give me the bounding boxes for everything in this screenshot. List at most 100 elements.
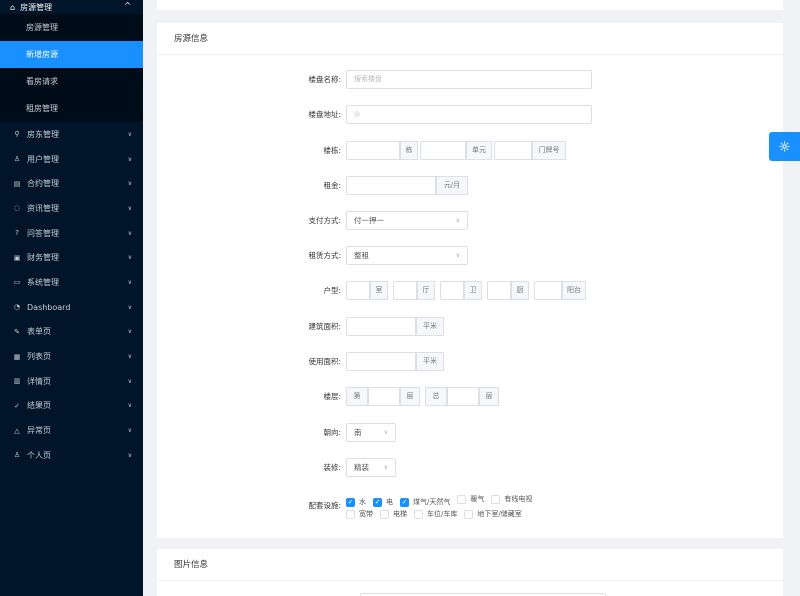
sidebar-item-label: 异常页 — [27, 426, 51, 436]
sidebar-item-3[interactable]: ◌ 资讯管理 ∨ — [0, 196, 143, 221]
total-floor-input[interactable] — [447, 386, 479, 406]
balcony-addon: 阳台 — [562, 280, 586, 300]
facility-label: 水 — [359, 498, 366, 506]
facility-label: 宽带 — [359, 510, 373, 518]
facilities-checkbox-group: ✓ 水 ✓ 电 ✓ 煤气/天然气 暖气 有线电视 宽带 电梯 车位/车库 地下室/储藏室 — [346, 493, 586, 521]
rental-type-select-value: 整租 — [354, 250, 369, 260]
use-area-input[interactable] — [346, 351, 416, 371]
sidebar-item-7[interactable]: ◔ Dashboard ∨ — [0, 295, 143, 320]
chevron-down-icon: ∨ — [127, 427, 132, 435]
form-row-rental-type: 租赁方式: 整租 ∨ — [157, 245, 783, 265]
home-icon: ⌂ — [10, 2, 16, 12]
facility-checkbox[interactable]: ✓ 水 — [346, 496, 366, 508]
chevron-down-icon: ∨ — [455, 216, 460, 224]
kitchen-count-input[interactable] — [487, 280, 511, 300]
profile-icon: ▥ — [13, 377, 21, 386]
sidebar-item-1[interactable]: ♙ 用户管理 ∨ — [0, 147, 143, 172]
facility-checkbox[interactable]: 地下室/储藏室 — [464, 508, 522, 520]
estate-address-input[interactable]: ◎ — [346, 104, 592, 124]
sidebar-item-label: 财务管理 — [27, 253, 59, 263]
facility-checkbox[interactable]: 暖气 — [457, 493, 484, 505]
payment-label: 支付方式: — [308, 215, 341, 225]
sidebar-item-12[interactable]: △ 异常页 ∨ — [0, 418, 143, 443]
sidebar-item-10[interactable]: ▥ 详情页 ∨ — [0, 369, 143, 394]
image-info-card: 图片信息 — [157, 549, 783, 596]
decoration-label: 装修: — [323, 462, 341, 472]
bathroom-count-input[interactable] — [440, 280, 464, 300]
decoration-select[interactable]: 精装 ∨ — [346, 457, 396, 477]
balcony-count-input[interactable] — [534, 280, 562, 300]
build-area-input[interactable] — [346, 316, 416, 336]
user-icon: ♙ — [13, 155, 21, 164]
monitor-icon: ▭ — [13, 278, 21, 287]
floor-number-input[interactable] — [368, 386, 400, 406]
room-addon: 室 — [370, 280, 388, 300]
sidebar-subitem-rental-management[interactable]: 租房管理 — [0, 95, 143, 122]
facility-checkbox[interactable]: 宽带 — [346, 508, 373, 520]
check-circle-icon: ✓ — [14, 401, 20, 410]
chat-icon: ◌ — [13, 204, 21, 213]
sidebar-item-9[interactable]: ▦ 列表页 ∨ — [0, 344, 143, 369]
chevron-down-icon: ∨ — [127, 229, 132, 237]
chevron-down-icon: ∨ — [127, 402, 132, 410]
facility-checkbox[interactable]: ✓ 电 — [373, 496, 393, 508]
sidebar-item-house-management[interactable]: ⌂ 房源管理 ^ — [0, 0, 143, 14]
payment-select[interactable]: 付一押一 ∨ — [346, 210, 468, 230]
estate-name-input[interactable]: 搜索楼盘 — [346, 69, 592, 89]
use-area-label: 使用面积: — [308, 356, 341, 366]
rental-type-select[interactable]: 整租 ∨ — [346, 245, 468, 265]
sidebar-subitem-viewing-requests[interactable]: 看房请求 — [0, 68, 143, 95]
sidebar-item-label: 房东管理 — [27, 129, 59, 139]
building-number-input[interactable] — [346, 140, 400, 160]
user-icon: ♙ — [13, 451, 21, 460]
estate-name-label: 楼盘名称: — [308, 74, 341, 84]
building-label: 楼栋: — [323, 145, 341, 155]
facility-checkbox[interactable]: ✓ 煤气/天然气 — [400, 496, 450, 508]
sidebar-item-6[interactable]: ▭ 系统管理 ∨ — [0, 270, 143, 295]
chevron-down-icon: ∨ — [127, 155, 132, 163]
section-title: 房源信息 — [157, 23, 783, 55]
facility-checkbox[interactable]: 车位/车库 — [414, 508, 457, 520]
settings-button[interactable] — [769, 132, 800, 161]
sidebar-item-13[interactable]: ♙ 个人页 ∨ — [0, 443, 143, 468]
chevron-down-icon: ∨ — [127, 180, 132, 188]
sidebar-item-label: 用户管理 — [27, 154, 59, 164]
sidebar-item-5[interactable]: ▣ 财务管理 ∨ — [0, 245, 143, 270]
unit-number-input[interactable] — [420, 140, 466, 160]
sidebar-item-label: 问答管理 — [27, 228, 59, 238]
sidebar-submenu: 房源管理 新增房源 看房请求 租房管理 — [0, 14, 143, 122]
door-number-addon: 门牌号 — [532, 140, 566, 160]
chevron-down-icon: ∨ — [455, 251, 460, 259]
hall-count-input[interactable] — [393, 280, 417, 300]
chevron-down-icon: ∨ — [127, 204, 132, 212]
form-row-floor: 楼层: 第 层 总 层 — [157, 386, 783, 406]
facility-checkbox[interactable]: 有线电视 — [491, 493, 532, 505]
checkbox-checked-icon: ✓ — [346, 497, 355, 507]
layout-label: 户型: — [323, 285, 341, 295]
room-count-input[interactable] — [346, 280, 370, 300]
form-row-decoration: 装修: 精装 ∨ — [157, 457, 783, 477]
sidebar-subitem-add-house[interactable]: 新增房源 — [0, 41, 143, 68]
sidebar-item-label: 系统管理 — [27, 277, 59, 287]
sidebar-subitem-house-list[interactable]: 房源管理 — [0, 14, 143, 41]
orientation-select[interactable]: 南 ∨ — [346, 422, 396, 442]
sidebar-item-8[interactable]: ✎ 表单页 ∨ — [0, 320, 143, 345]
form-row-use-area: 使用面积: 平米 — [157, 351, 783, 371]
form-row-estate-address: 楼盘地址: ◎ — [157, 104, 783, 124]
bathroom-addon: 卫 — [464, 280, 482, 300]
sidebar-item-0[interactable]: ⚲ 房东管理 ∨ — [0, 122, 143, 147]
facility-label: 电 — [386, 498, 393, 506]
image-section-title: 图片信息 — [157, 549, 783, 581]
rent-label: 租金: — [323, 180, 341, 190]
sidebar-item-11[interactable]: ✓ 结果页 ∨ — [0, 394, 143, 419]
facility-label: 煤气/天然气 — [413, 498, 451, 506]
facility-checkbox[interactable]: 电梯 — [380, 508, 407, 520]
sidebar-item-2[interactable]: ▤ 合约管理 ∨ — [0, 171, 143, 196]
orientation-label: 朝向: — [323, 427, 341, 437]
orientation-select-value: 南 — [354, 427, 362, 437]
rent-input[interactable] — [346, 175, 436, 195]
chevron-down-icon: ∨ — [127, 303, 132, 311]
door-number-input[interactable] — [494, 140, 532, 160]
dashboard-icon: ◔ — [13, 303, 21, 312]
sidebar-item-4[interactable]: ? 问答管理 ∨ — [0, 221, 143, 246]
